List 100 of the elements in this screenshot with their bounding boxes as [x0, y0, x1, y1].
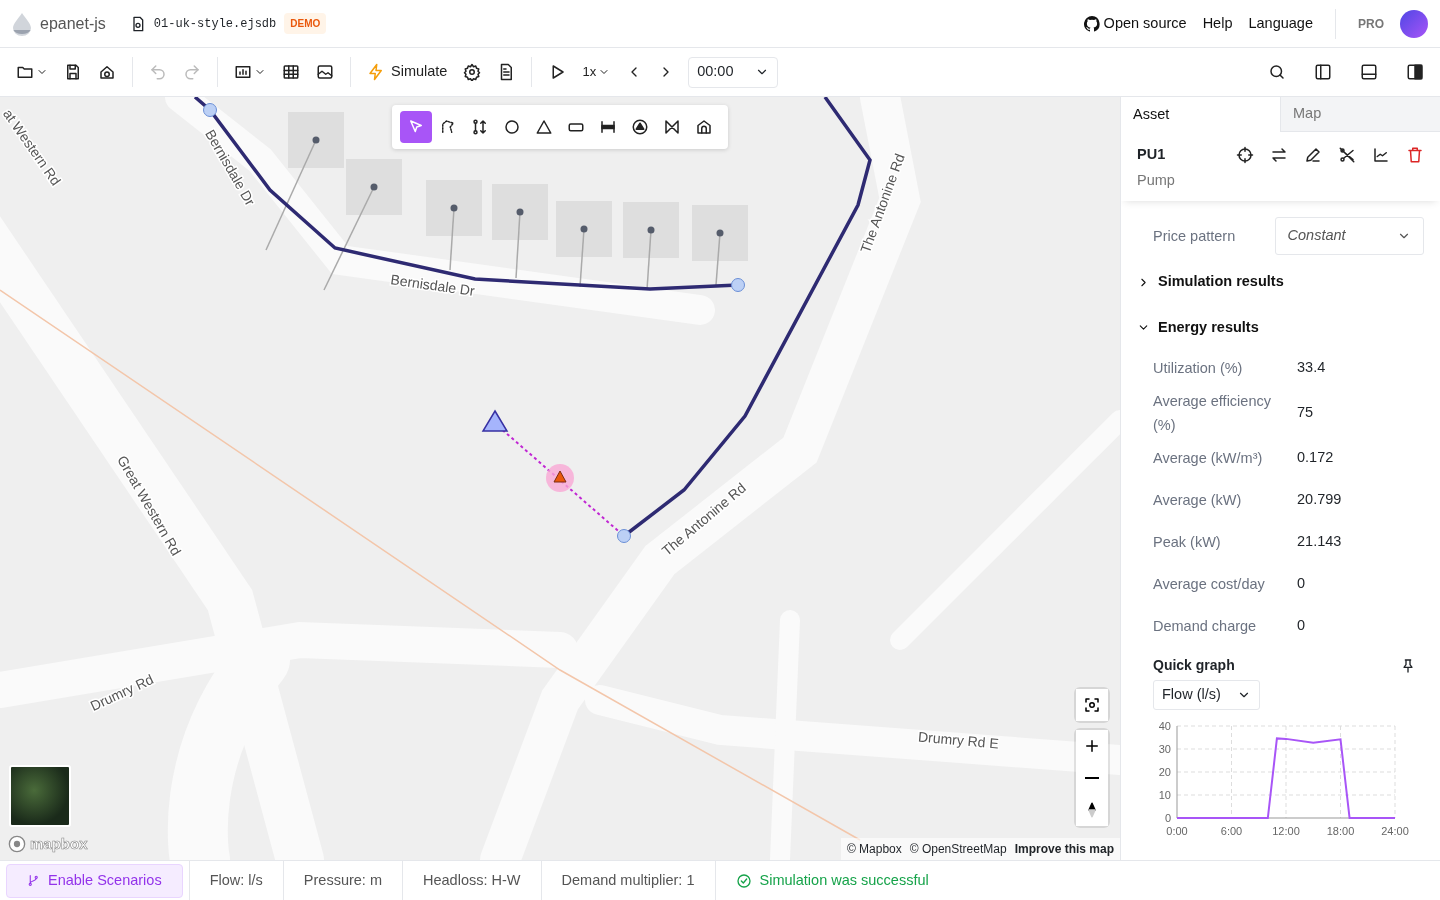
graph-variable-select[interactable]: Flow (l/s)	[1153, 679, 1260, 710]
locate-button[interactable]	[1076, 689, 1108, 721]
globe-thumbnail[interactable]	[9, 765, 71, 827]
header-link[interactable]: Open source	[1083, 12, 1187, 35]
field-value: 0	[1297, 615, 1306, 635]
trash-icon	[1406, 145, 1424, 164]
avatar[interactable]	[1400, 9, 1428, 38]
building-point	[647, 226, 655, 234]
street-label: Drumry Rd E	[917, 728, 1000, 752]
locate-asset-button[interactable]	[1236, 145, 1254, 164]
redo-icon	[183, 63, 201, 81]
y-tick-label: 40	[1158, 719, 1171, 732]
field-label: Average (kW)	[1153, 490, 1243, 510]
building-point	[312, 136, 320, 144]
building	[556, 201, 612, 257]
pencil-icon	[1304, 145, 1322, 164]
pin-icon	[1400, 658, 1416, 675]
header-link[interactable]: Help	[1202, 12, 1233, 35]
status-message: Simulation was successful	[759, 870, 929, 890]
quick-graph-title: Quick graph	[1152, 655, 1235, 675]
field-label: Utilization (%)	[1153, 358, 1244, 378]
graph-button[interactable]	[1372, 145, 1390, 164]
building-point	[716, 229, 724, 237]
app-name: epanet-js	[40, 13, 106, 34]
i-beam-icon	[599, 118, 617, 136]
search-icon	[1268, 63, 1286, 81]
left-panel-icon	[1314, 63, 1332, 81]
section-toggle[interactable]: Simulation results	[1137, 271, 1424, 293]
branch-icon	[27, 874, 40, 887]
house-icon	[98, 63, 116, 81]
field-value: 0.172	[1297, 447, 1334, 467]
x-tick-label: 24:00	[1381, 824, 1409, 837]
edit-button[interactable]	[1304, 145, 1322, 164]
field-value: 21.143	[1297, 531, 1342, 551]
price-pattern-select[interactable]: Constant	[1274, 217, 1424, 256]
y-tick-label: 10	[1158, 788, 1171, 801]
attribution-text: © OpenStreetMap	[909, 841, 1007, 858]
droplet-logo-icon	[12, 11, 32, 36]
street-label: Bernisdale Dr	[389, 271, 476, 299]
logo-icon	[8, 835, 26, 854]
check-circle-icon	[735, 872, 752, 889]
github-icon	[1083, 15, 1100, 32]
simulate-button[interactable]: Simulate	[361, 57, 454, 87]
field-label: Peak (kW)	[1153, 532, 1222, 552]
y-tick-label: 0	[1164, 811, 1171, 824]
plus-icon	[1083, 737, 1101, 755]
undo-icon	[149, 63, 167, 81]
panel-tab[interactable]: Map	[1280, 97, 1440, 132]
file-name: 01-uk-style.ejsdb	[153, 15, 277, 33]
asset-type: Pump	[1137, 170, 1176, 190]
enable-scenarios-button[interactable]: Enable Scenarios	[6, 863, 183, 898]
triangle-icon	[535, 118, 553, 136]
building-point	[450, 204, 458, 212]
x-tick-label: 6:00	[1220, 824, 1243, 837]
building	[288, 112, 344, 168]
building-point	[370, 183, 378, 191]
crosshair-icon	[1236, 145, 1254, 164]
field-value: 20.799	[1297, 489, 1342, 509]
split-button[interactable]	[1338, 145, 1356, 164]
field-label: Average cost/day	[1153, 574, 1266, 594]
y-tick-label: 20	[1158, 765, 1171, 778]
field-label: Average efficiency (%)	[1153, 391, 1272, 435]
chart-icon	[234, 63, 252, 81]
x-tick-label: 18:00	[1326, 824, 1355, 837]
settings-icon	[463, 63, 482, 81]
time-select[interactable]: 00:00	[688, 56, 779, 88]
delete-button[interactable]	[1406, 145, 1424, 164]
building-point	[580, 225, 588, 233]
right-panel-icon	[1406, 63, 1424, 81]
status-item: Flow: l/s	[188, 860, 283, 900]
field-label: Demand charge	[1153, 616, 1258, 636]
status-item: Pressure: m	[282, 860, 402, 900]
x-tick-label: 0:00	[1166, 824, 1188, 837]
building	[426, 180, 482, 236]
asset-id: PU1	[1137, 144, 1166, 164]
section-toggle[interactable]: Energy results	[1137, 317, 1424, 339]
circle-icon	[503, 118, 521, 136]
status-item: Headloss: H-W	[402, 860, 541, 900]
focus-icon	[1083, 696, 1101, 714]
demo-badge: DEMO	[284, 13, 327, 34]
status-item: Demand multiplier: 1	[540, 860, 715, 900]
field-value: 0	[1297, 573, 1306, 593]
table-icon	[282, 63, 300, 81]
field-label: Price pattern	[1153, 227, 1237, 247]
bowtie-icon	[663, 118, 681, 136]
save-icon	[64, 63, 82, 81]
lightning-icon	[367, 63, 385, 81]
selected-pump-marker[interactable]	[546, 464, 574, 492]
building	[492, 184, 548, 240]
header-link[interactable]: Language	[1248, 12, 1313, 35]
y-tick-label: 30	[1158, 742, 1171, 755]
minus-icon	[1085, 776, 1099, 780]
field-label: Average (kW/m³)	[1153, 448, 1264, 468]
reservoir-triangle[interactable]	[481, 409, 509, 432]
field-value: 33.4	[1297, 357, 1326, 377]
reverse-button[interactable]	[1270, 145, 1288, 164]
speed-button[interactable]: 1x	[576, 58, 617, 86]
house-icon	[695, 118, 713, 136]
improve-map-link[interactable]: Improve this map	[1014, 840, 1114, 858]
swap-arrows-icon	[1270, 145, 1288, 164]
